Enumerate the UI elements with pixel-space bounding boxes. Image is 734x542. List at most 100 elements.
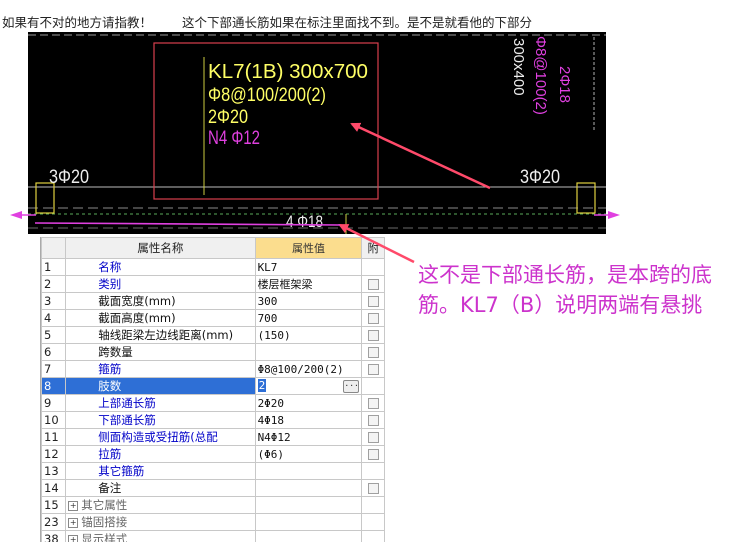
property-name-cell[interactable]: 拉筋 — [65, 445, 256, 463]
attach-cell[interactable] — [361, 343, 385, 361]
attach-cell[interactable] — [361, 479, 385, 497]
property-value[interactable]: 4Φ18 — [258, 414, 285, 427]
property-value-cell[interactable]: 4Φ18 — [254, 411, 363, 429]
property-name-cell[interactable]: 备注 — [65, 479, 256, 497]
attach-cell[interactable] — [361, 326, 385, 344]
attach-cell[interactable] — [361, 428, 385, 446]
attach-checkbox[interactable] — [367, 449, 379, 460]
property-value-cell[interactable]: KL7 — [254, 258, 363, 276]
cad-drawing: KL7(1B) 300x700 Φ8@100/200(2) 2Φ20 N4 Φ1… — [28, 32, 606, 234]
table-row[interactable]: 23 + 锚固搭接 — [41, 513, 385, 531]
property-name: 箍筋 — [98, 362, 122, 376]
ellipsis-button[interactable]: ··· — [343, 380, 360, 393]
property-name-cell[interactable]: 轴线距梁左边线距离(mm) — [65, 326, 256, 344]
property-name-cell[interactable]: 其它箍筋 — [65, 462, 256, 480]
property-value-cell[interactable] — [254, 496, 363, 514]
attach-checkbox[interactable] — [367, 330, 379, 341]
attach-checkbox[interactable] — [367, 313, 379, 324]
table-row[interactable]: 1 名称 KL7 — [41, 258, 385, 276]
property-value-cell[interactable]: N4Φ12 — [254, 428, 363, 446]
table-row[interactable]: 8 肢数 ··· 2 — [41, 377, 385, 395]
property-value-cell[interactable] — [254, 479, 363, 497]
attach-cell — [361, 513, 385, 531]
property-value[interactable]: Φ8@100/200(2) — [258, 363, 344, 376]
table-row[interactable]: 7 箍筋 Φ8@100/200(2) — [41, 360, 385, 378]
property-value[interactable]: 700 — [258, 312, 278, 325]
expand-icon[interactable]: + — [68, 534, 79, 542]
property-name-cell[interactable]: 下部通长筋 — [65, 411, 256, 429]
property-name-cell[interactable]: 侧面构造或受扭筋(总配 — [65, 428, 256, 446]
property-value[interactable]: KL7 — [258, 261, 278, 274]
attach-cell[interactable] — [361, 292, 385, 310]
table-row[interactable]: 6 跨数量 — [41, 343, 385, 361]
row-number: 10 — [41, 411, 67, 429]
table-row[interactable]: 14 备注 — [41, 479, 385, 497]
header-attach[interactable]: 附 — [361, 237, 385, 259]
property-value-cell[interactable]: 楼层框架梁 — [254, 275, 363, 293]
attach-checkbox[interactable] — [367, 279, 379, 290]
attach-cell[interactable] — [361, 275, 385, 293]
property-value-cell[interactable]: 2Φ20 — [254, 394, 363, 412]
table-row[interactable]: 5 轴线距梁左边线距离(mm) (150) — [41, 326, 385, 344]
property-value[interactable]: (150) — [258, 329, 291, 342]
left-support-label: 3Φ20 — [49, 167, 89, 188]
property-name-cell[interactable]: 截面高度(mm) — [65, 309, 256, 327]
row-number: 15 — [41, 496, 67, 514]
property-value-cell[interactable]: ··· 2 — [254, 377, 363, 395]
property-value[interactable]: (Φ6) — [258, 448, 285, 461]
table-row[interactable]: 10 下部通长筋 4Φ18 — [41, 411, 385, 429]
attach-cell[interactable] — [361, 360, 385, 378]
attach-checkbox[interactable] — [367, 296, 379, 307]
attach-checkbox[interactable] — [367, 364, 379, 375]
table-row[interactable]: 15 + 其它属性 — [41, 496, 385, 514]
attach-checkbox[interactable] — [367, 347, 379, 358]
attach-cell[interactable] — [361, 309, 385, 327]
header-property-value[interactable]: 属性值 — [254, 237, 363, 259]
expand-icon[interactable]: + — [68, 500, 79, 511]
property-value-cell[interactable] — [254, 343, 363, 361]
attach-cell[interactable] — [361, 411, 385, 429]
table-row[interactable]: 13 其它箍筋 — [41, 462, 385, 480]
property-value[interactable]: 楼层框架梁 — [258, 278, 313, 291]
property-name-cell[interactable]: 肢数 — [65, 377, 256, 395]
table-row[interactable]: 11 侧面构造或受扭筋(总配 N4Φ12 — [41, 428, 385, 446]
property-value[interactable]: 2Φ20 — [258, 397, 285, 410]
table-row[interactable]: 38 + 显示样式 — [41, 530, 385, 542]
expand-icon[interactable]: + — [68, 517, 79, 528]
table-row[interactable]: 3 截面宽度(mm) 300 — [41, 292, 385, 310]
property-value[interactable]: 2 — [257, 379, 267, 392]
property-name-cell[interactable]: 箍筋 — [65, 360, 256, 378]
property-value-cell[interactable]: (Φ6) — [254, 445, 363, 463]
property-name-cell[interactable]: + 显示样式 — [65, 530, 256, 542]
property-value-cell[interactable] — [254, 462, 363, 480]
property-value-cell[interactable]: Φ8@100/200(2) — [254, 360, 363, 378]
property-value-cell[interactable] — [254, 513, 363, 531]
table-row[interactable]: 4 截面高度(mm) 700 — [41, 309, 385, 327]
right-bar-label: 2Φ18 — [556, 66, 573, 103]
attach-checkbox[interactable] — [367, 432, 379, 443]
table-row[interactable]: 12 拉筋 (Φ6) — [41, 445, 385, 463]
attach-checkbox[interactable] — [367, 415, 379, 426]
property-value-cell[interactable]: 700 — [254, 309, 363, 327]
row-number: 7 — [41, 360, 67, 378]
attach-cell[interactable] — [361, 394, 385, 412]
property-value[interactable]: N4Φ12 — [258, 431, 291, 444]
property-name-cell[interactable]: + 锚固搭接 — [65, 513, 256, 531]
attach-checkbox[interactable] — [367, 398, 379, 409]
property-value-cell[interactable] — [254, 530, 363, 542]
property-name-cell[interactable]: 类别 — [65, 275, 256, 293]
attach-cell — [361, 496, 385, 514]
attach-cell[interactable] — [361, 445, 385, 463]
property-value-cell[interactable]: 300 — [254, 292, 363, 310]
property-name-cell[interactable]: 跨数量 — [65, 343, 256, 361]
property-value-cell[interactable]: (150) — [254, 326, 363, 344]
table-row[interactable]: 9 上部通长筋 2Φ20 — [41, 394, 385, 412]
property-name-cell[interactable]: 截面宽度(mm) — [65, 292, 256, 310]
property-name-cell[interactable]: + 其它属性 — [65, 496, 256, 514]
property-name-cell[interactable]: 名称 — [65, 258, 256, 276]
table-row[interactable]: 2 类别 楼层框架梁 — [41, 275, 385, 293]
header-property-name[interactable]: 属性名称 — [65, 237, 256, 259]
property-value[interactable]: 300 — [258, 295, 278, 308]
property-name-cell[interactable]: 上部通长筋 — [65, 394, 256, 412]
attach-checkbox[interactable] — [367, 483, 379, 494]
